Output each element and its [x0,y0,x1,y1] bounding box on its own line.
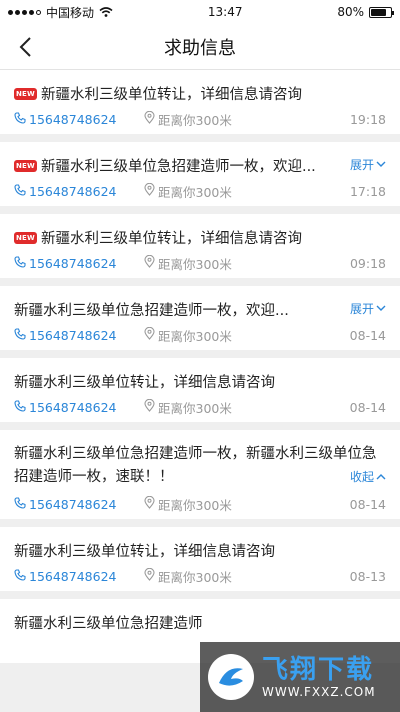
post-time: 09:18 [349,255,386,271]
distance-label: 距离你300米 [158,328,232,344]
phone-icon [14,399,26,415]
phone-number: 15648748624 [29,111,117,127]
signal-icon [8,9,41,15]
expand-button[interactable]: 展开 [350,300,386,317]
phone-link[interactable]: 15648748624 [14,112,144,127]
item-title: 新疆水利三级单位急招建造师一枚，欢迎... [14,303,289,319]
phone-icon [14,496,26,512]
phone-icon [14,183,26,199]
phone-number: 15648748624 [29,255,117,271]
back-button[interactable] [12,33,38,61]
item-title: 新疆水利三级单位转让，详细信息请咨询 [40,87,302,103]
phone-number: 15648748624 [29,568,117,584]
post-time: 08-14 [349,327,386,343]
battery-percent: 80% [337,5,364,19]
status-right: 80% [337,5,394,19]
watermark: 飞翔下载 WWW.FXXZ.COM [200,642,400,712]
toggle-label: 展开 [349,302,374,316]
phone-icon [14,568,26,584]
post-time: 08-13 [349,568,386,584]
list-item[interactable]: NEW 新疆水利三级单位转让，详细信息请咨询 15648748624 距离你300米 1… [0,70,400,134]
chevron-left-icon [19,37,31,57]
distance-label: 距离你300米 [158,184,232,200]
distance-label: 距离你300米 [158,256,232,272]
location-pin-icon [144,110,155,127]
clock: 13:47 [207,5,243,19]
distance-label: 距离你300米 [158,497,232,513]
chevron-down-icon [376,161,386,167]
post-time: 17:18 [349,183,386,199]
new-badge: NEW [14,159,37,172]
chevron-up-icon [376,474,386,480]
list-item[interactable]: NEW 新疆水利三级单位转让，详细信息请咨询 15648748624 距离你300米 0… [0,214,400,278]
item-title: 新疆水利三级单位转让，详细信息请咨询 [40,231,302,247]
list-item[interactable]: 新疆水利三级单位转让，详细信息请咨询 15648748624 距离你300米 08-1… [0,527,400,591]
distance-label: 距离你300米 [158,569,232,585]
distance: 距离你300米 [144,182,232,201]
item-title: 新疆水利三级单位转让，详细信息请咨询 [14,544,275,560]
carrier-label: 中国移动 [46,5,95,20]
phone-number: 15648748624 [29,183,117,199]
page-title: 求助信息 [164,37,236,59]
location-pin-icon [144,254,155,271]
phone-link[interactable]: 15648748624 [14,184,144,199]
item-title: 新疆水利三级单位急招建造师 [14,616,203,632]
new-badge: NEW [14,231,37,244]
phone-link[interactable]: 15648748624 [14,328,144,343]
location-pin-icon [144,398,155,415]
post-time: 08-14 [349,399,386,415]
wifi-icon [99,7,113,17]
distance: 距离你300米 [144,495,232,514]
location-pin-icon [144,567,155,584]
phone-icon [14,255,26,271]
list-item[interactable]: 新疆水利三级单位急招建造师一枚，欢迎... 展开 15648748624 距离你300… [0,286,400,350]
phone-icon [14,327,26,343]
phone-link[interactable]: 15648748624 [14,256,144,271]
list-item[interactable]: NEW 新疆水利三级单位急招建造师一枚，欢迎... 展开 15648748624 距离你… [0,142,400,206]
location-pin-icon [144,182,155,199]
item-title: 新疆水利三级单位急招建造师一枚，欢迎... [40,159,316,175]
distance-label: 距离你300米 [158,400,232,416]
phone-link[interactable]: 15648748624 [14,400,144,415]
phone-link[interactable]: 15648748624 [14,569,144,584]
item-title: 新疆水利三级单位急招建造师一枚，新疆水利三级单位急招建造师一枚，速联！！ [14,446,377,485]
status-bar: 中国移动 13:47 80% [0,0,400,24]
help-info-list: NEW 新疆水利三级单位转让，详细信息请咨询 15648748624 距离你300米 1… [0,70,400,671]
phone-number: 15648748624 [29,327,117,343]
watermark-brand: 飞翔下载 [262,655,375,685]
toggle-label: 收起 [349,470,374,484]
nav-bar: 求助信息 [0,24,400,70]
battery-icon [369,6,394,18]
post-time: 19:18 [349,111,386,127]
toggle-label: 展开 [349,158,374,172]
item-title: 新疆水利三级单位转让，详细信息请咨询 [14,375,275,391]
distance: 距离你300米 [144,398,232,417]
new-badge: NEW [14,87,37,100]
distance: 距离你300米 [144,567,232,586]
watermark-url: WWW.FXXZ.COM [262,685,376,699]
watermark-logo-icon [208,654,254,700]
phone-icon [14,111,26,127]
phone-number: 15648748624 [29,399,117,415]
distance: 距离你300米 [144,326,232,345]
post-time: 08-14 [349,496,386,512]
distance: 距离你300米 [144,110,232,129]
list-item[interactable]: 新疆水利三级单位转让，详细信息请咨询 15648748624 距离你300米 08-1… [0,358,400,422]
collapse-button[interactable]: 收起 [350,468,386,485]
chevron-down-icon [376,305,386,311]
location-pin-icon [144,495,155,512]
list-item[interactable]: 新疆水利三级单位急招建造师一枚，新疆水利三级单位急招建造师一枚，速联！！ 收起 15… [0,430,400,519]
phone-link[interactable]: 15648748624 [14,497,144,512]
phone-number: 15648748624 [29,496,117,512]
status-left: 中国移动 [8,4,113,21]
expand-button[interactable]: 展开 [350,156,386,173]
location-pin-icon [144,326,155,343]
distance: 距离你300米 [144,254,232,273]
distance-label: 距离你300米 [158,112,232,128]
